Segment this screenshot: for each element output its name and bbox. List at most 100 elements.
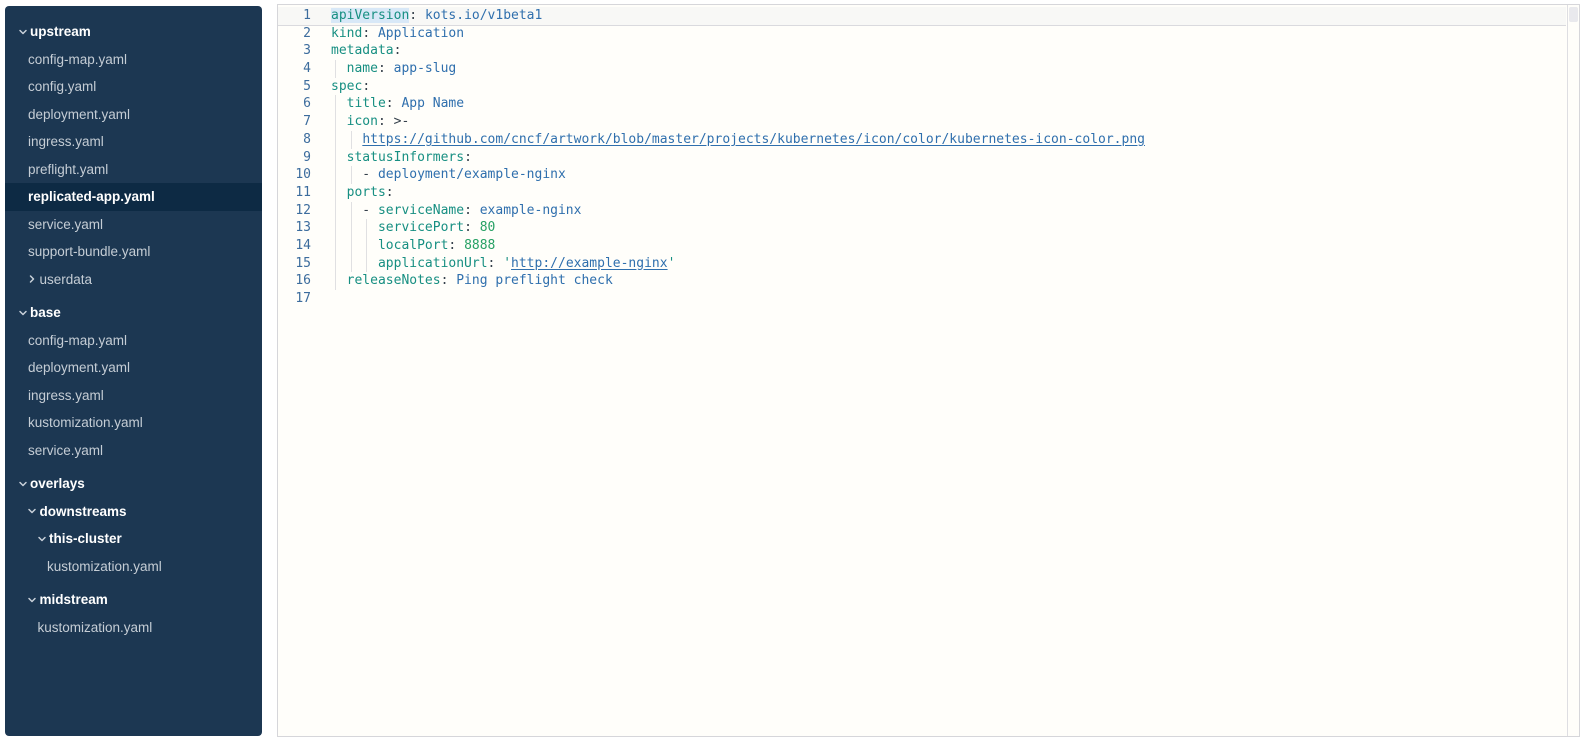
code-line[interactable]: 16 releaseNotes: Ping preflight check	[278, 272, 1566, 290]
line-number: 7	[278, 113, 311, 131]
code-token: app-slug	[394, 61, 457, 76]
tree-item-support-bundle-yaml[interactable]: support-bundle.yaml	[5, 238, 262, 266]
code-line[interactable]: 10 - deployment/example-nginx	[278, 166, 1566, 184]
code-token: -	[331, 167, 378, 182]
code-token: serviceName	[378, 203, 464, 218]
code-line-content: releaseNotes: Ping preflight check	[311, 272, 1566, 290]
tree-item-label: config-map.yaml	[28, 333, 127, 348]
url-link[interactable]: http://example-nginx	[511, 256, 668, 271]
code-token: servicePort	[378, 220, 464, 235]
tree-item-config-map-yaml[interactable]: config-map.yaml	[5, 327, 262, 355]
tree-item-ingress-yaml[interactable]: ingress.yaml	[5, 128, 262, 156]
tree-item-downstreams[interactable]: downstreams	[5, 498, 262, 526]
indent-guide	[335, 219, 336, 237]
code-editor[interactable]: 1apiVersion: kots.io/v1beta12kind: Appli…	[277, 4, 1580, 737]
tree-item-label: downstreams	[40, 504, 127, 519]
indent-guide	[335, 237, 336, 255]
tree-item-upstream[interactable]: upstream	[5, 18, 262, 46]
tree-item-label: kustomization.yaml	[38, 620, 153, 635]
code-line[interactable]: 9 statusInformers:	[278, 149, 1566, 167]
code-token: kind	[331, 26, 362, 41]
tree-item-ingress-yaml[interactable]: ingress.yaml	[5, 382, 262, 410]
tree-item-this-cluster[interactable]: this-cluster	[5, 525, 262, 553]
code-line[interactable]: 15 applicationUrl: 'http://example-nginx…	[278, 255, 1566, 273]
indent-guide	[335, 255, 336, 273]
code-area[interactable]: 1apiVersion: kots.io/v1beta12kind: Appli…	[278, 5, 1566, 736]
indent-guide	[335, 166, 336, 184]
code-line[interactable]: 14 localPort: 8888	[278, 237, 1566, 255]
line-number: 9	[278, 149, 311, 167]
vertical-scrollbar[interactable]	[1567, 5, 1579, 736]
line-number: 16	[278, 272, 311, 290]
code-token: :	[464, 220, 480, 235]
url-link[interactable]: https://github.com/cncf/artwork/blob/mas…	[362, 132, 1145, 147]
tree-item-kustomization-yaml[interactable]: kustomization.yaml	[5, 553, 262, 581]
code-token: example-nginx	[480, 203, 582, 218]
tree-item-label: service.yaml	[28, 217, 103, 232]
tree-item-label: service.yaml	[28, 443, 103, 458]
indent-guide	[366, 237, 367, 255]
scrollbar-thumb[interactable]	[1569, 7, 1578, 22]
tree-item-config-map-yaml[interactable]: config-map.yaml	[5, 46, 262, 74]
code-token: kots.io/v1beta1	[425, 8, 542, 23]
line-number: 17	[278, 290, 311, 308]
code-line[interactable]: 12 - serviceName: example-nginx	[278, 202, 1566, 220]
tree-item-label: preflight.yaml	[28, 162, 108, 177]
chevron-down-icon	[27, 506, 38, 516]
tree-item-deployment-yaml[interactable]: deployment.yaml	[5, 354, 262, 382]
code-line[interactable]: 11 ports:	[278, 184, 1566, 202]
code-line-content: apiVersion: kots.io/v1beta1	[311, 7, 1566, 25]
tree-item-kustomization-yaml[interactable]: kustomization.yaml	[5, 614, 262, 642]
tree-item-config-yaml[interactable]: config.yaml	[5, 73, 262, 101]
indent-guide	[351, 166, 352, 184]
code-token: App Name	[401, 96, 464, 111]
code-line[interactable]: 8 https://github.com/cncf/artwork/blob/m…	[278, 131, 1566, 149]
tree-item-label: ingress.yaml	[28, 134, 104, 149]
tree-item-replicated-app-yaml[interactable]: replicated-app.yaml	[5, 183, 262, 211]
tree-item-preflight-yaml[interactable]: preflight.yaml	[5, 156, 262, 184]
code-token: '	[503, 256, 511, 271]
indent-guide	[335, 184, 336, 202]
code-line[interactable]: 2kind: Application	[278, 25, 1566, 43]
tree-item-userdata[interactable]: userdata	[5, 266, 262, 294]
tree-item-kustomization-yaml[interactable]: kustomization.yaml	[5, 409, 262, 437]
code-token: 8888	[464, 238, 495, 253]
line-number: 15	[278, 255, 311, 273]
code-line[interactable]: 6 title: App Name	[278, 95, 1566, 113]
code-token: 80	[480, 220, 496, 235]
code-line[interactable]: 7 icon: >-	[278, 113, 1566, 131]
line-number: 10	[278, 166, 311, 184]
code-line-content: - deployment/example-nginx	[311, 166, 1566, 184]
indent-guide	[335, 149, 336, 167]
indent-guide	[335, 202, 336, 220]
code-token: releaseNotes	[347, 273, 441, 288]
tree-item-base[interactable]: base	[5, 299, 262, 327]
code-token: deployment/example-nginx	[378, 167, 566, 182]
tree-item-deployment-yaml[interactable]: deployment.yaml	[5, 101, 262, 129]
code-token: :	[464, 150, 472, 165]
tree-item-label: this-cluster	[49, 531, 122, 546]
code-token: :	[441, 273, 457, 288]
code-line[interactable]: 1apiVersion: kots.io/v1beta1	[278, 7, 1566, 25]
indent-guide	[351, 255, 352, 273]
indent-guide	[366, 219, 367, 237]
code-line[interactable]: 3metadata:	[278, 42, 1566, 60]
code-line[interactable]: 13 servicePort: 80	[278, 219, 1566, 237]
tree-item-label: deployment.yaml	[28, 360, 130, 375]
code-token: metadata	[331, 43, 394, 58]
code-line-content: spec:	[311, 78, 1566, 96]
tree-item-label: upstream	[30, 24, 91, 39]
code-token	[331, 150, 347, 165]
tree-item-label: replicated-app.yaml	[28, 189, 155, 204]
tree-item-label: kustomization.yaml	[47, 559, 162, 574]
code-line[interactable]: 17	[278, 290, 1566, 308]
tree-item-overlays[interactable]: overlays	[5, 470, 262, 498]
tree-item-service-yaml[interactable]: service.yaml	[5, 211, 262, 239]
tree-item-service-yaml[interactable]: service.yaml	[5, 437, 262, 465]
code-token: :	[448, 238, 464, 253]
tree-item-midstream[interactable]: midstream	[5, 586, 262, 614]
indent-guide	[351, 219, 352, 237]
code-line[interactable]: 5spec:	[278, 78, 1566, 96]
code-token: :	[409, 8, 425, 23]
code-line[interactable]: 4 name: app-slug	[278, 60, 1566, 78]
